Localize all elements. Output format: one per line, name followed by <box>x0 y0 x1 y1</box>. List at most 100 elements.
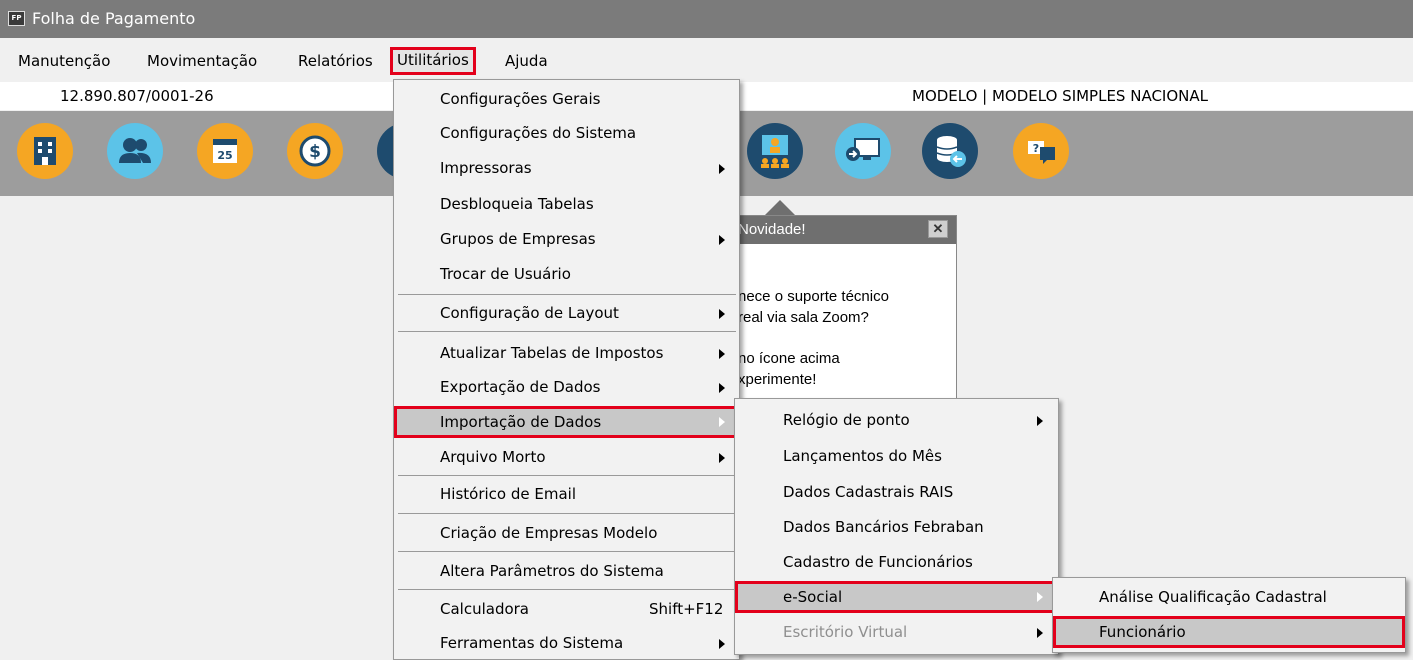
submenu-arrow-icon <box>719 453 725 463</box>
popup-line-1: nece o suporte técnico <box>738 288 889 305</box>
menu-item-exportacao-dados[interactable]: Exportação de Dados <box>394 372 739 402</box>
menu-item-label: Cadastro de Funcionários <box>783 553 973 571</box>
menu-separator <box>398 475 736 476</box>
menu-item-grupos-empresas[interactable]: Grupos de Empresas <box>394 224 739 254</box>
users-icon[interactable] <box>107 123 163 179</box>
menu-item-configuracoes-gerais[interactable]: Configurações Gerais <box>394 84 739 114</box>
menu-item-historico-email[interactable]: Histórico de Email <box>394 479 739 509</box>
popup-body: nece o suporte técnico real via sala Zoom… <box>738 286 948 410</box>
menu-item-dados-bancarios-febraban[interactable]: Dados Bancários Febraban <box>735 512 1058 542</box>
submenu-arrow-icon <box>719 349 725 359</box>
menu-item-label: Análise Qualificação Cadastral <box>1099 588 1327 606</box>
menu-item-arquivo-morto[interactable]: Arquivo Morto <box>394 442 739 472</box>
svg-text:$: $ <box>309 142 321 162</box>
submenu-arrow-icon <box>719 235 725 245</box>
shortcut-label: Shift+F12 <box>649 600 724 618</box>
submenu-arrow-icon <box>719 639 725 649</box>
menu-item-cadastro-funcionarios[interactable]: Cadastro de Funcionários <box>735 547 1058 577</box>
company-name: MODELO | MODELO SIMPLES NACIONAL <box>912 87 1208 105</box>
menu-item-lancamentos-mes[interactable]: Lançamentos do Mês <box>735 441 1058 471</box>
menu-item-label: Trocar de Usuário <box>440 265 571 283</box>
menu-manutencao[interactable]: Manutenção <box>18 51 110 73</box>
menu-item-analise-qualificacao[interactable]: Análise Qualificação Cadastral <box>1053 582 1405 612</box>
menu-item-label: Desbloqueia Tabelas <box>440 195 594 213</box>
menu-item-label: Configuração de Layout <box>440 304 619 322</box>
close-icon[interactable]: ✕ <box>928 220 948 238</box>
menu-movimentacao[interactable]: Movimentação <box>147 51 257 73</box>
menu-item-atualizar-tabelas-impostos[interactable]: Atualizar Tabelas de Impostos <box>394 338 739 368</box>
money-icon[interactable]: $ <box>287 123 343 179</box>
menu-item-label: Dados Bancários Febraban <box>783 518 984 536</box>
submenu-arrow-icon <box>1037 592 1043 602</box>
menu-item-configuracao-layout[interactable]: Configuração de Layout <box>394 298 739 328</box>
menu-item-calculadora[interactable]: Calculadora Shift+F12 <box>394 594 739 624</box>
menu-item-label: Impressoras <box>440 159 532 177</box>
window-title: Folha de Pagamento <box>32 9 196 28</box>
menu-item-ferramentas-sistema[interactable]: Ferramentas do Sistema <box>394 628 739 658</box>
popup-title: Novidade! <box>738 221 806 238</box>
menu-item-label: Calculadora <box>440 600 530 618</box>
menu-item-label: e-Social <box>783 588 843 606</box>
menu-item-label: Criação de Empresas Modelo <box>440 524 658 542</box>
menu-item-label: Atualizar Tabelas de Impostos <box>440 344 664 362</box>
menu-item-label: Importação de Dados <box>440 413 602 431</box>
remote-screen-icon[interactable] <box>835 123 891 179</box>
submenu-arrow-icon <box>1037 416 1043 426</box>
menu-item-importacao-dados[interactable]: Importação de Dados <box>394 406 739 438</box>
menu-bar: Manutenção Movimentação Relatórios Utili… <box>0 47 1413 75</box>
menu-item-label: Ferramentas do Sistema <box>440 634 624 652</box>
support-chat-icon[interactable]: ? <box>1013 123 1069 179</box>
svg-text:25: 25 <box>217 149 232 162</box>
menu-item-label: Configurações Gerais <box>440 90 601 108</box>
menu-item-label: Configurações do Sistema <box>440 124 637 142</box>
menu-utilitarios[interactable]: Utilitários <box>390 47 476 75</box>
menu-separator <box>398 589 736 590</box>
menu-item-label: Histórico de Email <box>440 485 576 503</box>
popup-line-3: no ícone acima <box>738 350 840 367</box>
submenu-arrow-icon <box>719 164 725 174</box>
menu-separator <box>398 331 736 332</box>
menu-item-esocial[interactable]: e-Social <box>735 581 1055 613</box>
menu-ajuda[interactable]: Ajuda <box>505 51 548 73</box>
menu-separator <box>398 294 736 295</box>
menu-item-criacao-empresas-modelo[interactable]: Criação de Empresas Modelo <box>394 518 739 548</box>
menu-item-trocar-usuario[interactable]: Trocar de Usuário <box>394 259 739 289</box>
app-icon: FP <box>8 11 25 26</box>
menu-item-configuracoes-sistema[interactable]: Configurações do Sistema <box>394 118 739 148</box>
menu-item-escritorio-virtual: Escritório Virtual <box>735 617 1058 647</box>
submenu-arrow-icon <box>719 309 725 319</box>
menu-item-altera-parametros[interactable]: Altera Parâmetros do Sistema <box>394 556 739 586</box>
menu-separator <box>398 513 736 514</box>
svg-text:?: ? <box>1033 142 1039 155</box>
popup-line-4: xperimente! <box>738 371 817 388</box>
title-bar: FP Folha de Pagamento <box>0 0 1413 38</box>
menu-relatorios[interactable]: Relatórios <box>298 51 373 73</box>
menu-item-label: Altera Parâmetros do Sistema <box>440 562 664 580</box>
cnpj-label: 12.890.807/0001-26 <box>60 87 214 105</box>
menu-item-desbloqueia-tabelas[interactable]: Desbloqueia Tabelas <box>394 189 739 219</box>
menu-item-funcionario[interactable]: Funcionário <box>1053 616 1405 648</box>
esocial-submenu: Análise Qualificação Cadastral Funcionár… <box>1052 577 1406 653</box>
popup-line-2: real via sala Zoom? <box>738 309 869 326</box>
submenu-arrow-icon <box>719 417 725 427</box>
menu-item-label: Funcionário <box>1099 623 1186 641</box>
menu-item-label: Dados Cadastrais RAIS <box>783 483 954 501</box>
menu-item-label: Exportação de Dados <box>440 378 601 396</box>
building-icon[interactable] <box>17 123 73 179</box>
news-popup: Novidade! ✕ nece o suporte técnico real v… <box>735 215 957 400</box>
database-sync-icon[interactable] <box>922 123 978 179</box>
menu-item-label: Lançamentos do Mês <box>783 447 942 465</box>
popup-header: Novidade! ✕ <box>736 216 956 244</box>
importacao-submenu: Relógio de ponto Lançamentos do Mês Dado… <box>734 398 1059 655</box>
submenu-arrow-icon <box>719 383 725 393</box>
video-meeting-icon[interactable] <box>747 123 803 179</box>
menu-item-relogio-ponto[interactable]: Relógio de ponto <box>735 405 1058 435</box>
menu-separator <box>398 551 736 552</box>
menu-item-label: Grupos de Empresas <box>440 230 596 248</box>
utilitarios-menu: Configurações Gerais Configurações do Si… <box>393 79 740 660</box>
submenu-arrow-icon <box>1037 628 1043 638</box>
menu-item-impressoras[interactable]: Impressoras <box>394 153 739 183</box>
menu-item-label: Escritório Virtual <box>783 623 908 641</box>
calendar-icon[interactable]: 25 <box>197 123 253 179</box>
menu-item-dados-cadastrais-rais[interactable]: Dados Cadastrais RAIS <box>735 477 1058 507</box>
